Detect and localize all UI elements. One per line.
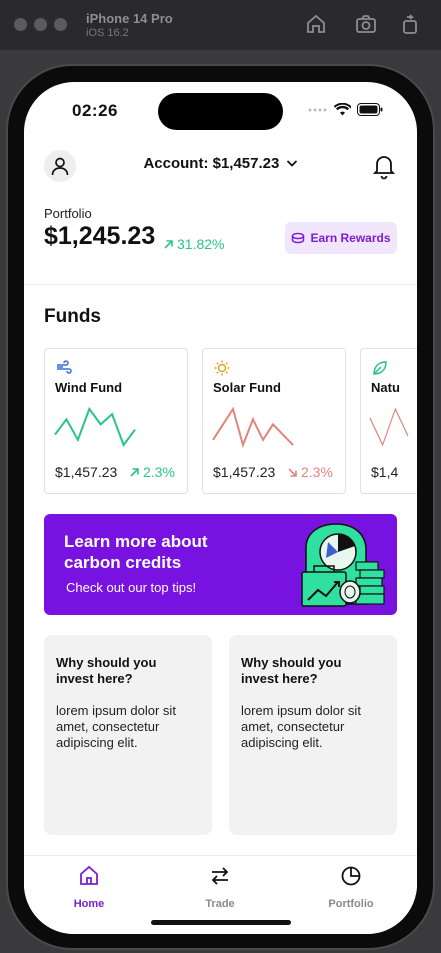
simulator-device-name: iPhone 14 Pro (86, 11, 173, 26)
close-window-button[interactable] (14, 18, 27, 31)
wind-icon (57, 360, 72, 374)
portfolio-change-value: 31.82% (177, 236, 225, 252)
cellular-icon (308, 108, 327, 111)
pie-chart-icon (341, 866, 361, 886)
simulator-titlebar: iPhone 14 Pro iOS 16.2 (0, 0, 441, 50)
fund-value: $1,4 (371, 464, 399, 480)
account-balance-label: Account: $1,457.23 (143, 155, 280, 172)
info-card[interactable]: Why should you invest here? lorem ipsum … (229, 635, 397, 835)
arrow-up-right-icon (164, 239, 173, 249)
carbon-credits-banner[interactable]: Learn more about carbon credits Check ou… (44, 514, 397, 615)
fund-name: Wind Fund (55, 380, 123, 395)
fund-value: $1,457.23 (213, 464, 276, 480)
section-divider (24, 284, 417, 285)
info-question: Why should you invest here? (241, 655, 342, 686)
tab-trade[interactable]: Trade (175, 864, 265, 910)
fund-change-value: 2.3% (143, 464, 175, 480)
promo-subtitle: Check out our top tips! (66, 580, 197, 595)
notifications-button[interactable] (371, 152, 397, 180)
arrow-up-right-icon (130, 467, 139, 477)
top-bar: Account: $1,457.23 (44, 150, 397, 184)
promo-title: Learn more about carbon credits (64, 532, 208, 572)
earn-rewards-label: Earn Rewards (310, 231, 391, 245)
screenshot-icon (356, 15, 376, 33)
tab-label: Home (73, 898, 105, 910)
leaf-icon (373, 361, 387, 375)
battery-icon (357, 103, 383, 116)
home-indicator[interactable] (151, 920, 291, 925)
fund-value: $1,457.23 (55, 464, 118, 480)
simulator-home-button[interactable] (304, 12, 328, 36)
tab-portfolio[interactable]: Portfolio (306, 864, 396, 910)
home-icon (80, 865, 98, 885)
wifi-icon (334, 103, 351, 116)
fund-card-wind[interactable]: Wind Fund $1,457.23 2.3% (44, 348, 188, 494)
fund-card-solar[interactable]: Solar Fund $1,457.23 2.3% (202, 348, 346, 494)
arrow-down-right-icon (288, 467, 297, 477)
status-time: 02:26 (72, 101, 118, 120)
minimize-window-button[interactable] (34, 18, 47, 31)
account-selector[interactable]: Account: $1,457.23 (44, 155, 397, 172)
zoom-window-button[interactable] (54, 18, 67, 31)
status-icons (308, 103, 383, 116)
fund-card-nature[interactable]: Natu $1,4 (360, 348, 417, 494)
coins-icon (292, 232, 305, 244)
info-body: lorem ipsum dolor sit amet, consectetur … (241, 703, 361, 750)
simulator-os-version: iOS 16.2 (86, 27, 129, 39)
sun-icon (214, 360, 230, 376)
info-body: lorem ipsum dolor sit amet, consectetur … (56, 703, 176, 750)
bell-icon (372, 156, 396, 180)
portfolio-value: $1,245.23 (44, 222, 156, 250)
fund-sparkline (212, 406, 294, 449)
fund-change: 2.3% (287, 464, 333, 480)
portfolio-change: 31.82% (163, 236, 224, 252)
investment-illustration (301, 523, 385, 607)
fund-sparkline (54, 406, 136, 448)
fund-change: 2.3% (129, 464, 175, 480)
rotate-icon (403, 14, 417, 34)
earn-rewards-button[interactable]: Earn Rewards (285, 222, 397, 254)
tab-label: Portfolio (328, 898, 374, 910)
funds-heading: Funds (44, 306, 101, 327)
home-icon (307, 14, 325, 33)
simulator-rotate-button[interactable] (398, 12, 422, 36)
info-card[interactable]: Why should you invest here? lorem ipsum … (44, 635, 212, 835)
simulator-screenshot-button[interactable] (354, 12, 378, 36)
dynamic-island (158, 93, 283, 130)
tab-home[interactable]: Home (44, 864, 134, 910)
portfolio-label: Portfolio (44, 206, 92, 221)
info-question: Why should you invest here? (56, 655, 157, 686)
tab-label: Trade (205, 898, 235, 910)
phone-screen: 02:26 Account: $1,457.23 Portfolio $1,24… (24, 82, 417, 934)
fund-sparkline (369, 407, 409, 447)
fund-name: Solar Fund (213, 380, 281, 395)
fund-name: Natu (371, 380, 400, 395)
fund-change-value: 2.3% (301, 464, 333, 480)
swap-icon (211, 867, 229, 885)
chevron-down-icon (286, 160, 297, 167)
